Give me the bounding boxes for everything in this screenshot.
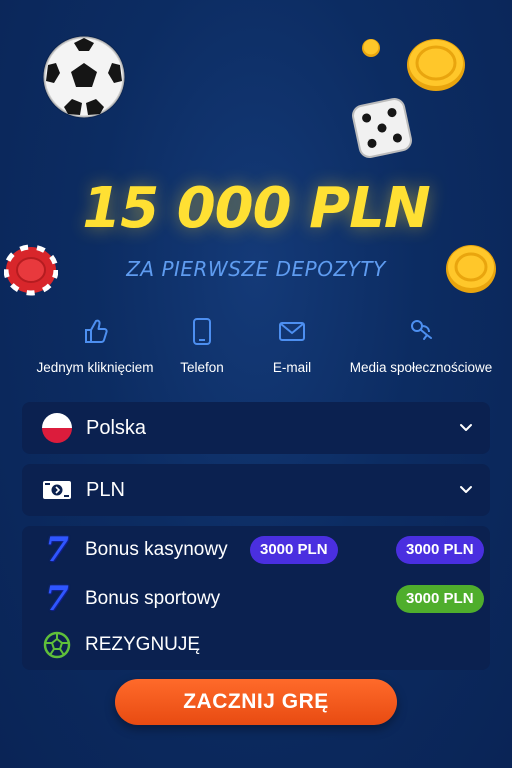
soccer-ball-icon (42, 35, 126, 119)
chevron-down-icon (460, 486, 472, 493)
thumbs-up-icon (85, 319, 108, 343)
bonus-amount-headline: 15 000 PLN (82, 176, 430, 241)
bonus-option-decline[interactable]: REZYGNUJĘ (22, 625, 490, 665)
method-label: E-mail (272, 360, 312, 375)
bonus-amount-badge: 3000 PLN (250, 536, 338, 564)
currency-select[interactable]: PLN (22, 464, 490, 516)
method-label: Jednym kliknięciem (36, 360, 154, 375)
money-icon (43, 481, 71, 499)
bonus-amount-badge: 3000 PLN (396, 536, 484, 564)
registration-methods: Jednym kliknięciem Telefon E-mail Media … (0, 316, 512, 384)
method-social[interactable]: Media społecznościowe (340, 316, 502, 375)
bonus-label: Bonus sportowy (85, 588, 221, 609)
bonus-option-sport[interactable]: 7 Bonus sportowy 3000 PLN (22, 579, 490, 619)
phone-icon (193, 318, 211, 345)
method-label: Media społecznościowe (349, 360, 493, 375)
country-select[interactable]: Polska (22, 402, 490, 454)
bonus-label: Bonus kasynowy (85, 539, 228, 560)
method-one-click[interactable]: Jednym kliknięciem (28, 316, 162, 375)
bonus-label: REZYGNUJĘ (85, 634, 201, 655)
country-value: Polska (86, 416, 147, 439)
bonus-amount-badge: 3000 PLN (396, 585, 484, 613)
mail-icon (279, 322, 305, 341)
poland-flag-icon (42, 413, 72, 443)
method-label: Telefon (180, 360, 224, 375)
social-icon (411, 320, 432, 340)
bonus-option-casino[interactable]: 7 Bonus kasynowy 3000 PLN 3000 PLN (22, 530, 490, 570)
lucky-seven-icon: 7 (45, 530, 69, 570)
bonus-subtitle: ZA PIERWSZE DEPOZYTY (126, 257, 386, 281)
start-game-button[interactable]: ZACZNIJ GRĘ (115, 679, 397, 725)
method-email[interactable]: E-mail (262, 316, 322, 375)
currency-value: PLN (86, 478, 125, 501)
cancel-circle-icon (43, 631, 71, 659)
dice-icon (352, 98, 412, 158)
method-phone[interactable]: Telefon (170, 316, 234, 375)
bonus-options: 7 Bonus kasynowy 3000 PLN 3000 PLN 7 Bon… (22, 526, 490, 670)
lucky-seven-icon: 7 (45, 579, 69, 619)
coin-icon (407, 39, 465, 91)
chevron-down-icon (460, 424, 472, 431)
coin-icon (362, 39, 380, 57)
